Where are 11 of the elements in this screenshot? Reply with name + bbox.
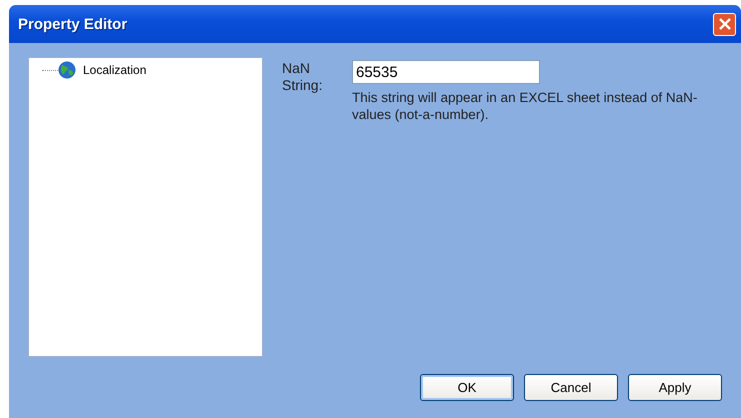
field-label: NaN String: — [282, 60, 324, 95]
dialog-button[interactable]: Apply — [628, 374, 722, 401]
close-button[interactable] — [713, 12, 736, 36]
tree-item[interactable]: Localization — [82, 63, 148, 77]
globe-icon — [58, 61, 76, 79]
dialog-button[interactable]: Cancel — [524, 374, 618, 401]
description-text: This string will appear in an EXCEL sheet instead of NaN-values (not-a-number). — [352, 89, 698, 123]
close-icon — [718, 18, 730, 30]
dialog-button[interactable]: OK — [420, 374, 514, 401]
input-field[interactable]: 65535 — [352, 60, 540, 84]
window-title: Property Editor — [18, 16, 128, 32]
